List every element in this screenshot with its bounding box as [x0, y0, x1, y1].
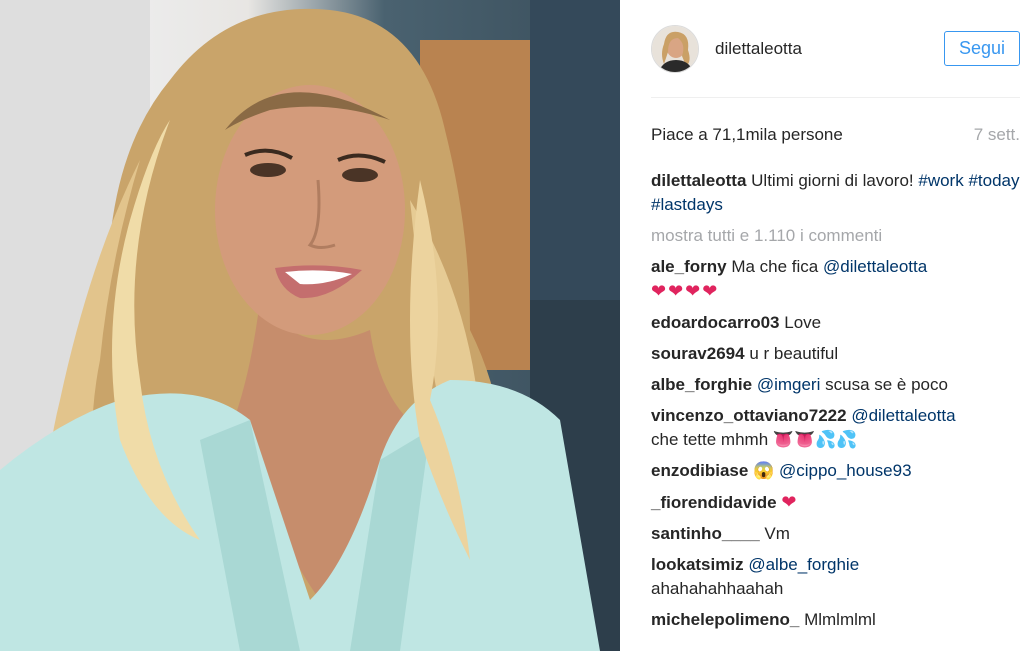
comment-text: Ma che fica: [731, 257, 819, 276]
comment-username[interactable]: albe_forghie: [651, 375, 752, 394]
post-photo[interactable]: [0, 0, 620, 651]
post-time[interactable]: 7 sett.: [974, 125, 1020, 145]
likes-count[interactable]: Piace a 71,1mila persone: [651, 125, 843, 145]
comment-9: michelepolimeno_ Mlmlmlml: [651, 608, 1020, 632]
follow-button[interactable]: Segui: [943, 31, 1020, 66]
hashtag-lastdays[interactable]: #lastdays: [651, 195, 723, 214]
post-header: dilettaleotta Segui: [651, 0, 1020, 98]
caption: dilettaleotta Ultimi giorni di lavoro! #…: [651, 169, 1020, 217]
comment-username[interactable]: santinho____: [651, 524, 760, 543]
portrait-image: [0, 0, 620, 651]
comment-text: Vm: [764, 524, 790, 543]
post-sidebar: dilettaleotta Segui Piace a 71,1mila per…: [620, 0, 1030, 651]
comment-2: sourav2694 u r beautiful: [651, 342, 1020, 366]
comment-emoji: 😱: [753, 461, 775, 480]
comment-username[interactable]: ale_forny: [651, 257, 727, 276]
comment-6: _fiorendidavide ❤: [651, 490, 1020, 515]
avatar[interactable]: [651, 24, 699, 73]
hashtag-work[interactable]: #work: [918, 171, 963, 190]
heart-emoji: ❤: [781, 492, 799, 512]
comment-text: Mlmlmlml: [804, 610, 876, 629]
comment-mention[interactable]: @dilettaleotta: [823, 257, 927, 276]
comment-username[interactable]: enzodibiase: [651, 461, 748, 480]
comment-0: ale_forny Ma che fica @dilettaleotta ❤❤❤…: [651, 255, 1020, 304]
caption-text: Ultimi giorni di lavoro!: [751, 171, 914, 190]
comment-emoji: 👅👅💦💦: [772, 430, 858, 449]
hearts-emoji: ❤❤❤❤: [651, 281, 720, 301]
comment-4: vincenzo_ottaviano7222 @dilettaleotta ch…: [651, 404, 1020, 452]
load-more-comments[interactable]: mostra tutti e 1.110 i commenti: [651, 224, 1020, 248]
comment-username[interactable]: vincenzo_ottaviano7222: [651, 406, 847, 425]
comment-mention[interactable]: @cippo_house93: [779, 461, 912, 480]
comment-username[interactable]: lookatsimiz: [651, 555, 744, 574]
comment-username[interactable]: _fiorendidavide: [651, 493, 777, 512]
comment-username[interactable]: edoardocarro03: [651, 313, 780, 332]
comment-text: Love: [784, 313, 822, 332]
comment-7: santinho____ Vm: [651, 522, 1020, 546]
comment-mention[interactable]: @imgeri: [757, 375, 821, 394]
caption-author[interactable]: dilettaleotta: [651, 171, 746, 190]
comment-1: edoardocarro03 Love: [651, 311, 1020, 335]
avatar-image: [652, 25, 698, 72]
comment-mention[interactable]: @dilettaleotta: [851, 406, 955, 425]
comment-text: u r beautiful: [749, 344, 839, 363]
comment-username[interactable]: sourav2694: [651, 344, 745, 363]
author-username[interactable]: dilettaleotta: [715, 39, 944, 59]
instagram-post: dilettaleotta Segui Piace a 71,1mila per…: [0, 0, 1030, 651]
likes-row: Piace a 71,1mila persone 7 sett.: [651, 125, 1020, 145]
comment-text: scusa se è poco: [825, 375, 948, 394]
comment-8: lookatsimiz @albe_forghie ahahahahhaahah: [651, 553, 1020, 601]
comment-text: ahahahahhaahah: [651, 579, 784, 598]
comment-text: che tette mhmh: [651, 430, 769, 449]
comment-5: enzodibiase 😱 @cippo_house93: [651, 459, 1020, 483]
hashtag-today[interactable]: #today: [968, 171, 1019, 190]
comment-3: albe_forghie @imgeri scusa se è poco: [651, 373, 1020, 397]
comment-mention[interactable]: @albe_forghie: [748, 555, 859, 574]
comment-username[interactable]: michelepolimeno_: [651, 610, 799, 629]
